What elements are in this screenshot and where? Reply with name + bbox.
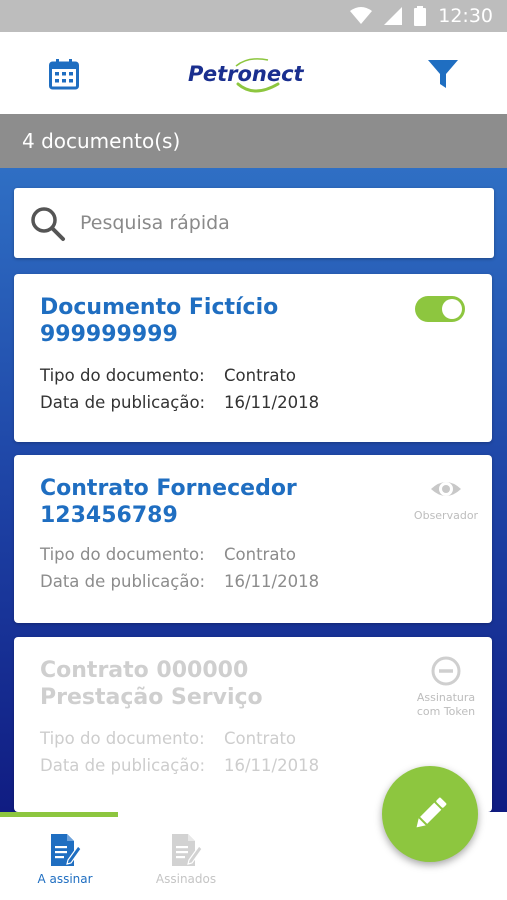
document-count-bar: 4 documento(s) [0, 114, 507, 168]
document-title-line2: 123456789 [40, 503, 178, 528]
publication-date-label: Data de publicação: [40, 572, 206, 591]
document-title-line2: 999999999 [40, 322, 178, 347]
document-type-value: Contrato [224, 366, 297, 385]
document-type-label: Tipo do documento: [40, 366, 205, 385]
document-type-row: Tipo do documento: Contrato [40, 366, 296, 385]
app-header: Petronect [0, 32, 507, 114]
token-signature-status: Assinatura com Token [404, 655, 488, 719]
tab-a-assinar[interactable]: A assinar [15, 832, 115, 886]
observer-status: Observador [404, 473, 488, 523]
publication-date-label: Data de publicação: [40, 393, 206, 412]
signed-document-icon [172, 834, 203, 866]
active-tab-indicator [0, 812, 118, 817]
publication-date-label: Data de publicação: [40, 756, 206, 775]
eye-icon [431, 482, 461, 496]
document-title: Contrato Fornecedor 123456789 [40, 475, 400, 529]
minus-circle-icon [431, 656, 461, 686]
token-signature-label-line1: Assinatura [416, 691, 476, 704]
publication-date-row: Data de publicação: 16/11/2018 [40, 393, 319, 412]
tab-a-assinar-label: A assinar [37, 872, 93, 886]
document-type-row: Tipo do documento: Contrato [40, 545, 296, 564]
observer-label-text: Observador [413, 509, 479, 522]
document-title-line1: Contrato Fornecedor [40, 476, 297, 501]
calendar-icon [49, 59, 79, 90]
document-title: Documento Fictício 999999999 [40, 294, 400, 348]
sign-fab-button[interactable] [382, 766, 478, 862]
petronect-logo: Petronect [188, 58, 305, 93]
toggle-knob [442, 299, 462, 319]
search-input[interactable] [80, 204, 470, 242]
document-type-value: Contrato [224, 729, 297, 748]
calendar-button[interactable] [42, 52, 86, 96]
sign-document-icon [51, 834, 82, 866]
document-type-value: Contrato [224, 545, 297, 564]
publication-date-row: Data de publicação: 16/11/2018 [40, 756, 319, 775]
tab-assinados[interactable]: Assinados [136, 832, 236, 886]
battery-icon [414, 6, 427, 26]
publication-date-value: 16/11/2018 [224, 393, 320, 412]
document-type-label: Tipo do documento: [40, 545, 205, 564]
filter-button[interactable] [421, 52, 465, 96]
search-box [14, 188, 494, 258]
sign-toggle[interactable] [415, 296, 465, 322]
tab-assinados-label: Assinados [155, 872, 217, 886]
document-title-line1: Contrato 000000 [40, 658, 249, 683]
token-signature-label-line2: com Token [416, 705, 476, 718]
document-title-line2: Prestação Serviço [40, 685, 263, 710]
document-card[interactable]: Contrato Fornecedor 123456789 Observador… [14, 455, 492, 623]
document-title: Contrato 000000 Prestação Serviço [40, 657, 400, 711]
token-signature-label: Assinatura com Token [404, 691, 488, 719]
status-bar: 12:30 [0, 0, 507, 32]
pencil-icon [416, 797, 447, 828]
document-card[interactable]: Documento Fictício 999999999 Tipo do doc… [14, 274, 492, 442]
publication-date-value: 16/11/2018 [224, 572, 320, 591]
publication-date-value: 16/11/2018 [224, 756, 320, 775]
publication-date-row: Data de publicação: 16/11/2018 [40, 572, 319, 591]
wifi-icon [350, 7, 373, 24]
document-list-area: Documento Fictício 999999999 Tipo do doc… [0, 168, 507, 812]
status-icons: 12:30 [350, 5, 493, 27]
observer-label: Observador [404, 509, 488, 523]
status-time: 12:30 [438, 5, 493, 27]
document-title-line1: Documento Fictício [40, 295, 279, 320]
search-icon [31, 207, 65, 241]
document-count: 4 documento(s) [22, 129, 181, 153]
document-type-label: Tipo do documento: [40, 729, 205, 748]
filter-icon [428, 60, 458, 88]
logo-text: Petronect [188, 62, 305, 86]
signal-icon [384, 7, 403, 25]
document-type-row: Tipo do documento: Contrato [40, 729, 296, 748]
